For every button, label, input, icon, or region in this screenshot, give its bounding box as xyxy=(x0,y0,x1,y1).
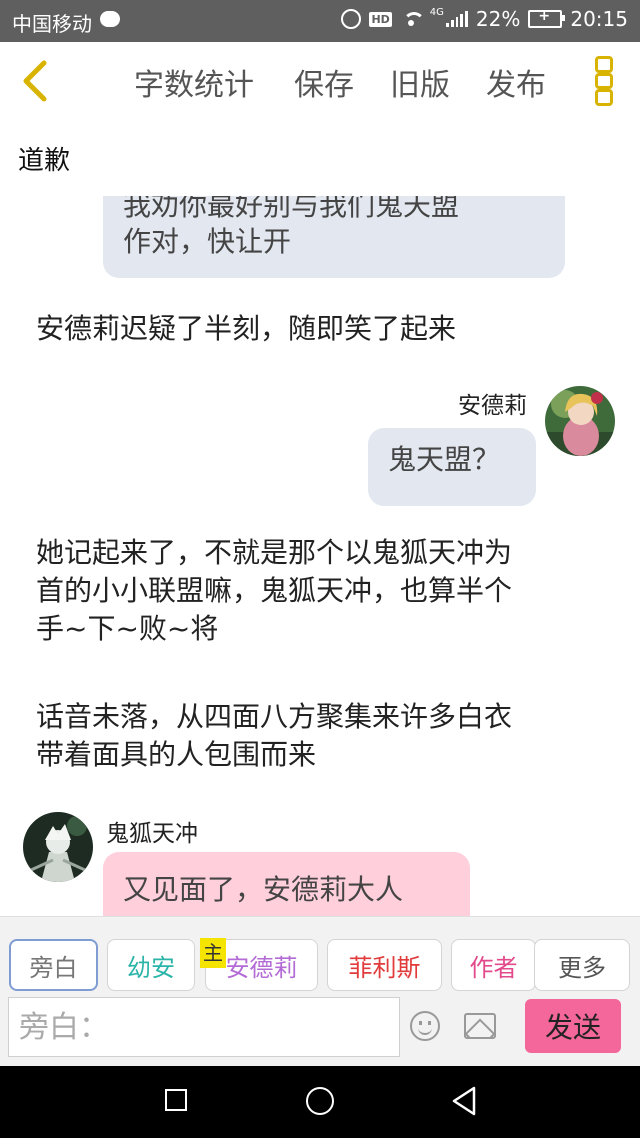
avatar[interactable] xyxy=(545,386,615,456)
title-bar: 道歉 xyxy=(0,118,640,197)
speaker-name: 鬼狐天冲 xyxy=(106,821,198,847)
speaker-name: 安德莉 xyxy=(458,393,527,419)
message-bubble[interactable]: 鬼天盟？ xyxy=(368,428,536,506)
role-tag-narrator[interactable]: 旁白 xyxy=(9,939,98,991)
status-bar: 中国移动 HD 4G 22% + 20:15 xyxy=(0,0,640,42)
main-role-badge: 主 xyxy=(200,938,226,968)
role-tag-more[interactable]: 更多 xyxy=(534,939,630,991)
word-count-button[interactable]: 字数统计 xyxy=(134,60,254,104)
emoji-icon[interactable] xyxy=(410,1011,440,1041)
hd-icon: HD xyxy=(369,11,392,27)
narration-text[interactable]: 安德莉迟疑了半刻，随即笑了起来 xyxy=(36,310,606,348)
narration-line: 带着面具的人包围而来 xyxy=(36,738,317,771)
alarm-icon xyxy=(341,9,362,29)
top-toolbar: 字数统计 保存 旧版 发布 xyxy=(0,42,640,119)
chat-bubble-icon xyxy=(100,11,120,27)
narration-line: 首的小小联盟嘛，鬼狐天冲，也算半个 xyxy=(36,574,513,607)
role-tag-label: 作者 xyxy=(469,953,518,982)
role-tag-label: 更多 xyxy=(558,953,606,982)
narration-line: 手~下~败~将 xyxy=(36,612,219,645)
page-title[interactable]: 道歉 xyxy=(18,140,70,177)
nav-recent-icon[interactable] xyxy=(165,1089,187,1111)
chat-area[interactable]: 我劝你最好别与我们鬼天盟 作对，快让开 安德莉迟疑了半刻，随即笑了起来 安德莉 … xyxy=(0,196,640,916)
message-text: 鬼天盟？ xyxy=(388,443,501,476)
battery-percent: 22% xyxy=(475,7,521,31)
message-bubble[interactable]: 又见面了，安德莉大人 xyxy=(103,852,470,916)
narration-text[interactable]: 话音未落，从四面八方聚集来许多白衣 带着面具的人包围而来 xyxy=(36,698,606,774)
role-tag-label: 安德莉 xyxy=(225,953,298,982)
network-type: 4G xyxy=(429,7,444,18)
old-version-button[interactable]: 旧版 xyxy=(390,60,450,104)
wifi-icon xyxy=(400,11,425,27)
back-icon[interactable] xyxy=(20,60,52,102)
send-button[interactable]: 发送 xyxy=(525,999,621,1053)
narration-text[interactable]: 她记起来了，不就是那个以鬼狐天冲为 首的小小联盟嘛，鬼狐天冲，也算半个 手~下~… xyxy=(36,534,606,648)
narration-line: 她记起来了，不就是那个以鬼狐天冲为 xyxy=(36,536,513,569)
nav-back-icon[interactable] xyxy=(450,1086,478,1116)
battery-icon: + xyxy=(528,8,566,28)
message-input[interactable] xyxy=(8,997,400,1057)
nav-home-icon[interactable] xyxy=(306,1087,334,1115)
role-tag-label: 旁白 xyxy=(29,953,78,982)
publish-button[interactable]: 发布 xyxy=(486,60,546,104)
menu-icon[interactable] xyxy=(595,56,615,107)
message-text: 又见面了，安德莉大人 xyxy=(123,873,404,906)
status-icons: HD 4G 22% + 20:15 xyxy=(341,7,628,31)
system-nav-bar xyxy=(0,1066,640,1138)
image-icon[interactable] xyxy=(464,1013,496,1039)
role-tag-label: 幼安 xyxy=(127,953,175,982)
role-tag-feilisi[interactable]: 菲利斯 xyxy=(327,939,442,991)
carrier-name: 中国移动 xyxy=(12,12,92,36)
role-tag-author[interactable]: 作者 xyxy=(451,939,536,991)
message-bubble[interactable]: 我劝你最好别与我们鬼天盟 作对，快让开 xyxy=(103,196,565,278)
narration-line: 话音未落，从四面八方聚集来许多白衣 xyxy=(36,700,513,733)
role-tag-label: 菲利斯 xyxy=(348,953,421,982)
avatar[interactable] xyxy=(23,812,93,882)
signal-icon xyxy=(445,11,468,27)
role-tag-youan[interactable]: 幼安 xyxy=(107,939,195,991)
message-line: 我劝你最好别与我们鬼天盟 xyxy=(123,196,460,222)
save-button[interactable]: 保存 xyxy=(294,60,354,104)
input-panel: 旁白 幼安 安德莉 菲利斯 作者 更多 发送 xyxy=(0,916,640,1067)
clock: 20:15 xyxy=(570,7,628,31)
message-line: 作对，快让开 xyxy=(123,225,292,258)
